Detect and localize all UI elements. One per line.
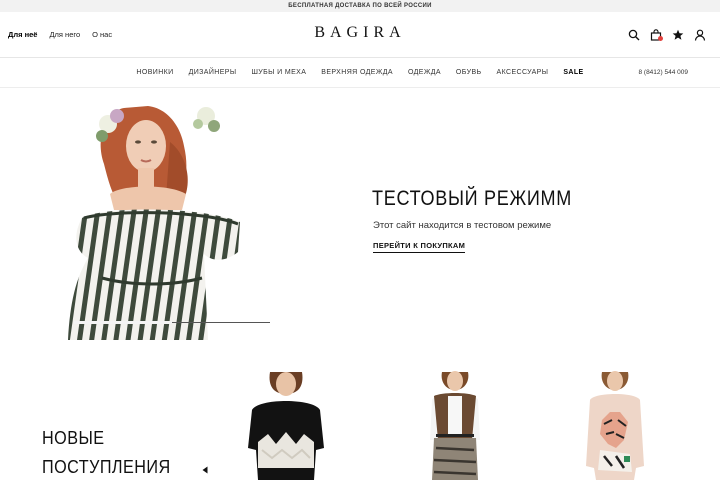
nav-item-furs[interactable]: ШУБЫ И МЕХА [251, 69, 306, 76]
nav-items: НОВИНКИ ДИЗАЙНЕРЫ ШУБЫ И МЕХА ВЕРХНЯЯ ОД… [0, 69, 720, 76]
nav-item-designers[interactable]: ДИЗАЙНЕРЫ [189, 69, 237, 76]
nav-item-sale[interactable]: SALE [563, 69, 583, 76]
new-arrivals-title-line-1: НОВЫЕ [42, 428, 105, 448]
cart-badge [658, 36, 663, 41]
hero-slider-progress [74, 321, 172, 324]
hero-title: ТЕСТОВЫЙ РЕЖИММ [372, 187, 572, 210]
shop-now-link[interactable]: ПЕРЕЙТИ К ПОКУПКАМ [373, 241, 466, 253]
nav-item-new[interactable]: НОВИНКИ [136, 69, 173, 76]
site-logo[interactable]: BAGIRA [0, 24, 720, 42]
nav-item-shoes[interactable]: ОБУВЬ [456, 69, 482, 76]
product-card-image[interactable] [240, 370, 330, 480]
shipping-banner: БЕСПЛАТНАЯ ДОСТАВКА ПО ВСЕЙ РОССИИ [0, 0, 720, 12]
favorites-star-icon[interactable] [672, 28, 684, 40]
header-icons [628, 28, 706, 41]
cart-icon[interactable] [650, 28, 663, 41]
search-icon[interactable] [628, 28, 640, 41]
main-nav: НОВИНКИ ДИЗАЙНЕРЫ ШУБЫ И МЕХА ВЕРХНЯЯ ОД… [0, 58, 720, 88]
hero-subtitle: Этот сайт находится в тестовом режиме [373, 220, 552, 231]
product-card-image[interactable] [580, 370, 650, 480]
nav-item-clothing[interactable]: ОДЕЖДА [408, 69, 441, 76]
new-arrivals-title-line-2: ПОСТУПЛЕНИЯ [42, 457, 171, 477]
user-icon[interactable] [694, 28, 706, 41]
nav-item-accessories[interactable]: АКСЕССУАРЫ [497, 69, 549, 76]
phone-number[interactable]: 8 (8412) 544 009 [638, 69, 688, 76]
product-card-image[interactable] [420, 370, 490, 480]
nav-item-outerwear[interactable]: ВЕРХНЯЯ ОДЕЖДА [321, 69, 393, 76]
hero-model-image [68, 106, 240, 340]
site-header: Для неё Для него О нас BAGIRA [0, 12, 720, 58]
carousel-prev-arrow-icon[interactable] [201, 466, 209, 474]
new-arrivals-title: НОВЫЕ ПОСТУПЛЕНИЯ [42, 424, 171, 480]
